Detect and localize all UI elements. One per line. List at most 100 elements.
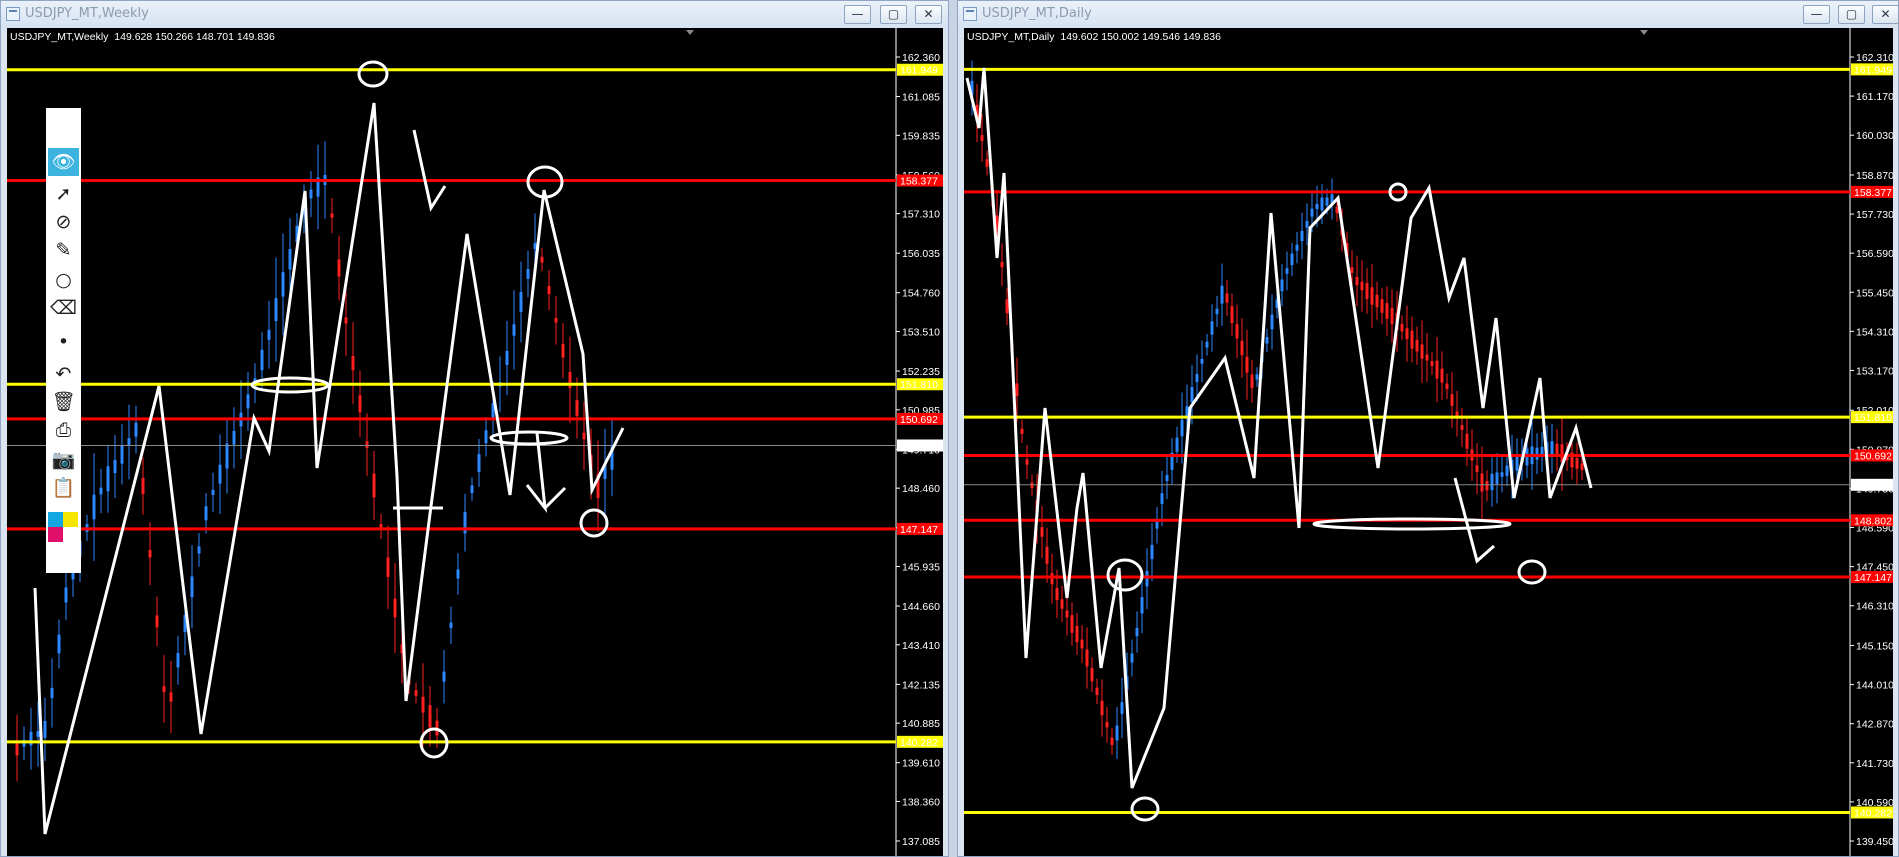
- candle-body: [1475, 465, 1479, 473]
- candle-body: [1365, 283, 1369, 299]
- candle-body: [512, 324, 516, 336]
- candle-body: [1500, 472, 1504, 477]
- symbol-label: USDJPY_MT,Daily: [967, 31, 1055, 43]
- circle-annotation[interactable]: [1106, 558, 1144, 592]
- maximize-button[interactable]: ▢: [1838, 5, 1865, 24]
- chart-canvas[interactable]: 162.310 161.170 160.030 158.870 157.730 156.5…: [964, 28, 1893, 856]
- arrow-annotation[interactable]: [543, 486, 567, 510]
- level-price-text: 147.147: [1854, 572, 1892, 584]
- axis-price-label: 156.590: [1856, 248, 1893, 260]
- level-price-text: 151.810: [1854, 412, 1892, 424]
- chart-window-daily[interactable]: USDJPY_MT,Daily — ▢ ✕ 162.310 161.170 160.…: [957, 0, 1899, 857]
- candle-body: [1280, 279, 1284, 292]
- candle-body: [449, 622, 453, 629]
- axis-price-label: 154.310: [1856, 326, 1893, 338]
- candle-body: [1155, 522, 1159, 529]
- candle-body: [561, 343, 565, 358]
- highlighter-icon[interactable]: ✎: [48, 236, 79, 264]
- eraser-icon[interactable]: ⌫: [48, 294, 79, 322]
- candle-body: [1165, 474, 1169, 482]
- arrow-annotation[interactable]: [412, 129, 447, 212]
- candle-body: [1020, 428, 1024, 434]
- candle-body: [1235, 324, 1239, 339]
- axis-price-label: 143.410: [902, 640, 940, 652]
- minimize-button[interactable]: —: [844, 5, 871, 24]
- candle-body: [1255, 374, 1259, 380]
- circle-annotation[interactable]: [1130, 796, 1160, 822]
- candle-body: [1285, 268, 1289, 274]
- candle-body: [582, 432, 586, 440]
- window-title: USDJPY_MT,Weekly: [25, 6, 149, 21]
- circle-annotation[interactable]: [579, 508, 609, 538]
- close-button[interactable]: ✕: [1872, 5, 1899, 24]
- candle-body: [1080, 639, 1084, 649]
- chart-shift-marker[interactable]: [1640, 30, 1648, 35]
- title-bar[interactable]: USDJPY_MT,Daily — ▢ ✕: [958, 1, 1899, 28]
- circle-annotation[interactable]: [1312, 517, 1512, 531]
- candle-body: [1225, 293, 1229, 303]
- axis-price-label: 137.085: [902, 836, 940, 848]
- cursor-icon[interactable]: ➚: [48, 180, 79, 208]
- axis-price-label: 154.760: [902, 288, 940, 300]
- axis-price-label: 160.030: [1856, 130, 1893, 142]
- candle-body: [1415, 339, 1419, 352]
- title-bar[interactable]: USDJPY_MT,Weekly — ▢ ✕: [1, 1, 948, 28]
- candle-body: [372, 473, 376, 498]
- candle-body: [1040, 527, 1044, 537]
- candle-body: [218, 464, 222, 484]
- stamp-icon[interactable]: ⎙: [48, 416, 79, 444]
- zigzag-annotation[interactable]: [33, 102, 625, 835]
- chart-shift-marker[interactable]: [686, 30, 694, 35]
- candle-body: [484, 430, 488, 444]
- candle-body: [330, 213, 334, 218]
- candle-body: [1145, 570, 1149, 587]
- level-price-text: 151.810: [900, 379, 938, 391]
- price-chart-daily[interactable]: 162.310 161.170 160.030 158.870 157.730 156.5…: [964, 28, 1893, 856]
- zigzag-annotation[interactable]: [965, 67, 1593, 789]
- candle-body: [1315, 203, 1319, 210]
- axis-price-label: 139.450: [1856, 836, 1893, 848]
- chart-window-weekly[interactable]: USDJPY_MT,Weekly — ▢ ✕ 162.360 161.085 159…: [0, 0, 949, 857]
- candle-body: [386, 557, 390, 577]
- candle-body: [344, 317, 348, 324]
- candle-body: [470, 485, 474, 494]
- dot-icon[interactable]: •: [48, 328, 79, 356]
- clipboard-icon[interactable]: 📋: [48, 474, 79, 502]
- price-chart-weekly[interactable]: 162.360161.085159.835158.560157.310156.0…: [7, 28, 943, 856]
- candle-body: [134, 422, 138, 437]
- candle-body: [43, 720, 47, 738]
- color-swatch-yellow[interactable]: [63, 512, 78, 527]
- minimize-button[interactable]: —: [1803, 5, 1830, 24]
- candle-body: [176, 653, 180, 668]
- color-swatch-blue[interactable]: [48, 512, 63, 527]
- circle-annotation[interactable]: [1517, 559, 1547, 585]
- axis-price-label: 145.935: [902, 561, 940, 573]
- candle-body: [1230, 306, 1234, 324]
- candle-body: [1310, 208, 1314, 217]
- color-swatch-white[interactable]: [63, 527, 78, 542]
- maximize-button[interactable]: ▢: [880, 5, 907, 24]
- circle-icon[interactable]: ○: [48, 266, 79, 294]
- trash-icon[interactable]: 🗑: [48, 388, 79, 416]
- candle-body: [985, 159, 989, 167]
- chart-header: USDJPY_MT,Weekly 149.628 150.266 148.701…: [10, 31, 275, 43]
- candle-body: [365, 441, 369, 449]
- chart-canvas[interactable]: 162.360161.085159.835158.560157.310156.0…: [7, 28, 943, 856]
- undo-icon[interactable]: ↶: [48, 360, 79, 388]
- circle-annotation[interactable]: [489, 430, 569, 446]
- candle-body: [519, 292, 523, 312]
- eye-icon[interactable]: 👁: [48, 148, 79, 176]
- lasso-icon[interactable]: ⊘: [48, 208, 79, 236]
- circle-annotation[interactable]: [357, 60, 389, 88]
- candle-body: [1180, 419, 1184, 437]
- camera-icon[interactable]: 📷: [48, 446, 79, 474]
- level-price-text: 140.282: [1854, 807, 1892, 819]
- color-swatch-magenta[interactable]: [48, 527, 63, 542]
- close-button[interactable]: ✕: [915, 5, 942, 24]
- candle-body: [526, 269, 530, 279]
- candle-body: [547, 285, 551, 295]
- candle-body: [1370, 287, 1374, 305]
- candle-body: [169, 692, 173, 702]
- candle-body: [1120, 702, 1124, 714]
- axis-price-label: 148.460: [902, 483, 940, 495]
